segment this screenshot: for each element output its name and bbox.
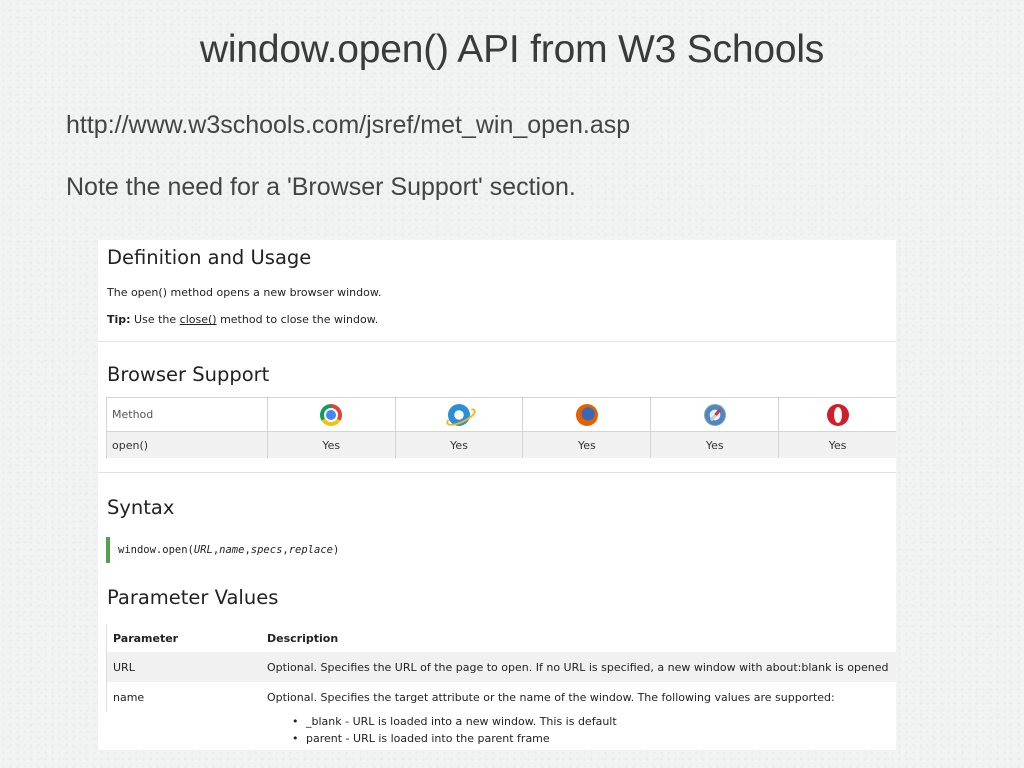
tip-label: Tip: xyxy=(107,313,131,326)
source-url-text: http://www.w3schools.com/jsref/met_win_o… xyxy=(66,111,631,139)
syntax-heading: Syntax xyxy=(107,496,175,519)
definition-heading: Definition and Usage xyxy=(107,246,312,269)
parameter-description-cell: Optional. Specifies the target attribute… xyxy=(267,690,835,704)
parameter-name-cell: name xyxy=(113,690,145,704)
browser-support-heading: Browser Support xyxy=(107,363,270,386)
syntax-param-replace: replace xyxy=(288,544,333,556)
parameter-description-cell: Optional. Specifies the URL of the page … xyxy=(267,660,889,674)
table-header-row: Method xyxy=(107,398,896,432)
list-item: _blank - URL is loaded into a new window… xyxy=(292,713,617,730)
slide-title: window.open() API from W3 Schools xyxy=(199,28,825,71)
syntax-param-name: name xyxy=(219,544,245,556)
parameter-name-cell: URL xyxy=(113,660,135,674)
chrome-icon xyxy=(320,403,343,426)
table-row: open() Yes Yes Yes Yes Yes xyxy=(107,432,896,458)
tip-before: Use the xyxy=(134,313,177,326)
description-column-header: Description xyxy=(267,631,339,645)
safari-icon xyxy=(703,403,726,426)
syntax-prefix: window.open( xyxy=(118,544,194,556)
definition-text: The open() method opens a new browser wi… xyxy=(107,286,382,299)
syntax-param-url: URL xyxy=(193,544,213,556)
tip-after: method to close the window. xyxy=(220,313,379,326)
method-column-header: Method xyxy=(107,398,268,431)
browser-support-table: Method open() Yes Yes Yes Yes Yes xyxy=(106,397,896,458)
syntax-suffix: ) xyxy=(332,544,340,556)
chrome-support-cell: Yes xyxy=(268,432,396,458)
parameter-values-heading: Parameter Values xyxy=(107,586,279,609)
safari-support-cell: Yes xyxy=(651,432,780,458)
internet-explorer-icon xyxy=(448,403,471,426)
list-item: parent - URL is loaded into the parent f… xyxy=(292,730,617,747)
firefox-icon xyxy=(575,403,598,426)
section-divider xyxy=(98,472,896,473)
firefox-support-cell: Yes xyxy=(523,432,652,458)
syntax-param-specs: specs xyxy=(250,544,283,556)
section-divider xyxy=(98,341,896,342)
syntax-code-block: window.open(URL,name,specs,replace) xyxy=(106,537,896,563)
tip-text: Tip: Use the close() method to close the… xyxy=(107,313,378,326)
note-text: Note the need for a 'Browser Support' se… xyxy=(66,173,576,201)
parameter-table: Parameter Description URL Optional. Spec… xyxy=(106,624,896,712)
ie-support-cell: Yes xyxy=(396,432,524,458)
opera-support-cell: Yes xyxy=(828,438,847,452)
opera-icon xyxy=(826,403,849,426)
table-header-row: Parameter Description xyxy=(107,624,896,652)
method-name-cell: open() xyxy=(107,432,268,458)
table-row: URL Optional. Specifies the URL of the p… xyxy=(107,652,896,682)
name-values-list: _blank - URL is loaded into a new window… xyxy=(292,713,617,747)
parameter-column-header: Parameter xyxy=(113,631,179,645)
w3schools-screenshot: Definition and Usage The open() method o… xyxy=(98,240,896,750)
table-row: name Optional. Specifies the target attr… xyxy=(107,682,896,712)
close-method-link[interactable]: close() xyxy=(180,313,217,326)
